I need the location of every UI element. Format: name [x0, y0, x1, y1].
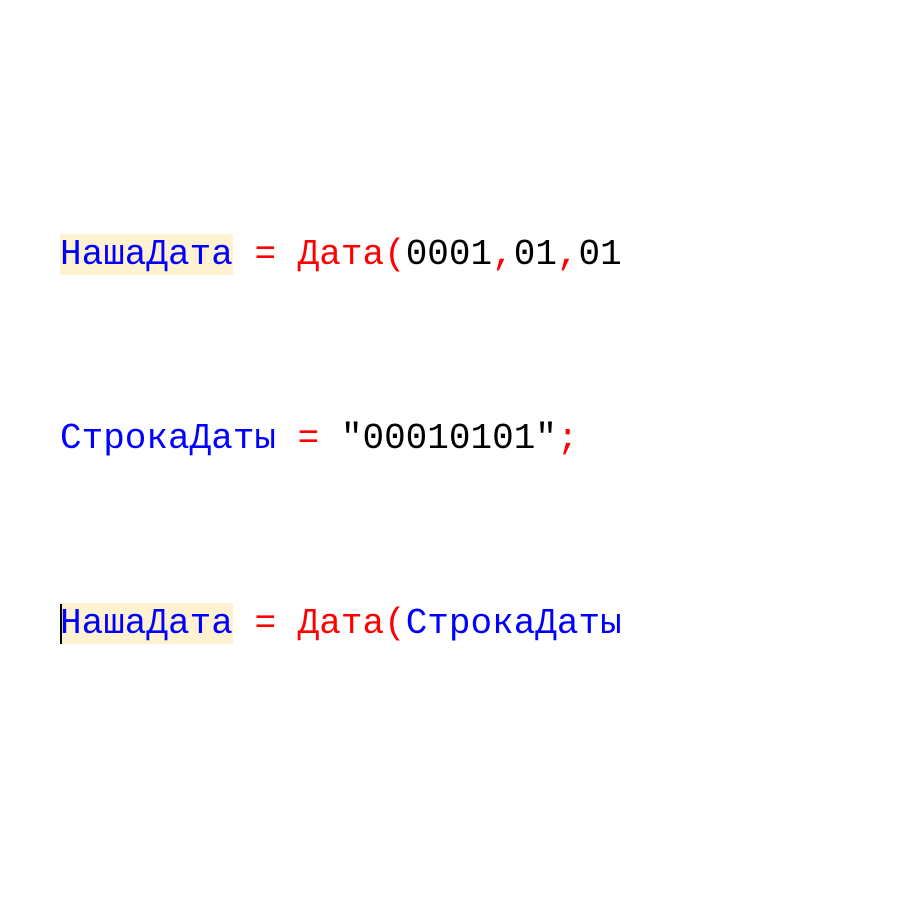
- code-line-1[interactable]: НашаДата = Дата(0001,01,01: [60, 233, 900, 276]
- comma: ,: [492, 234, 514, 275]
- code-line-2[interactable]: СтрокаДаты = "00010101";: [60, 417, 900, 460]
- operator-assign: =: [254, 603, 276, 644]
- variable-strokadaty-arg: СтрокаДаты: [406, 603, 622, 644]
- variable-strokadaty: СтрокаДаты: [60, 418, 276, 459]
- text-cursor: [60, 604, 62, 644]
- number-arg2: 01: [514, 234, 557, 275]
- function-data: Дата: [298, 603, 384, 644]
- paren-open: (: [384, 603, 406, 644]
- paren-open: (: [384, 234, 406, 275]
- semicolon: ;: [557, 418, 579, 459]
- number-arg1: 0001: [406, 234, 492, 275]
- variable-nashadata: НашаДата: [60, 603, 233, 644]
- comma: ,: [557, 234, 579, 275]
- operator-assign: =: [254, 234, 276, 275]
- code-line-3[interactable]: НашаДата = Дата(СтрокаДаты: [60, 602, 900, 645]
- operator-assign: =: [298, 418, 320, 459]
- function-data: Дата: [298, 234, 384, 275]
- number-arg3: 01: [579, 234, 622, 275]
- string-literal: "00010101": [341, 418, 557, 459]
- variable-nashadata: НашаДата: [60, 234, 233, 275]
